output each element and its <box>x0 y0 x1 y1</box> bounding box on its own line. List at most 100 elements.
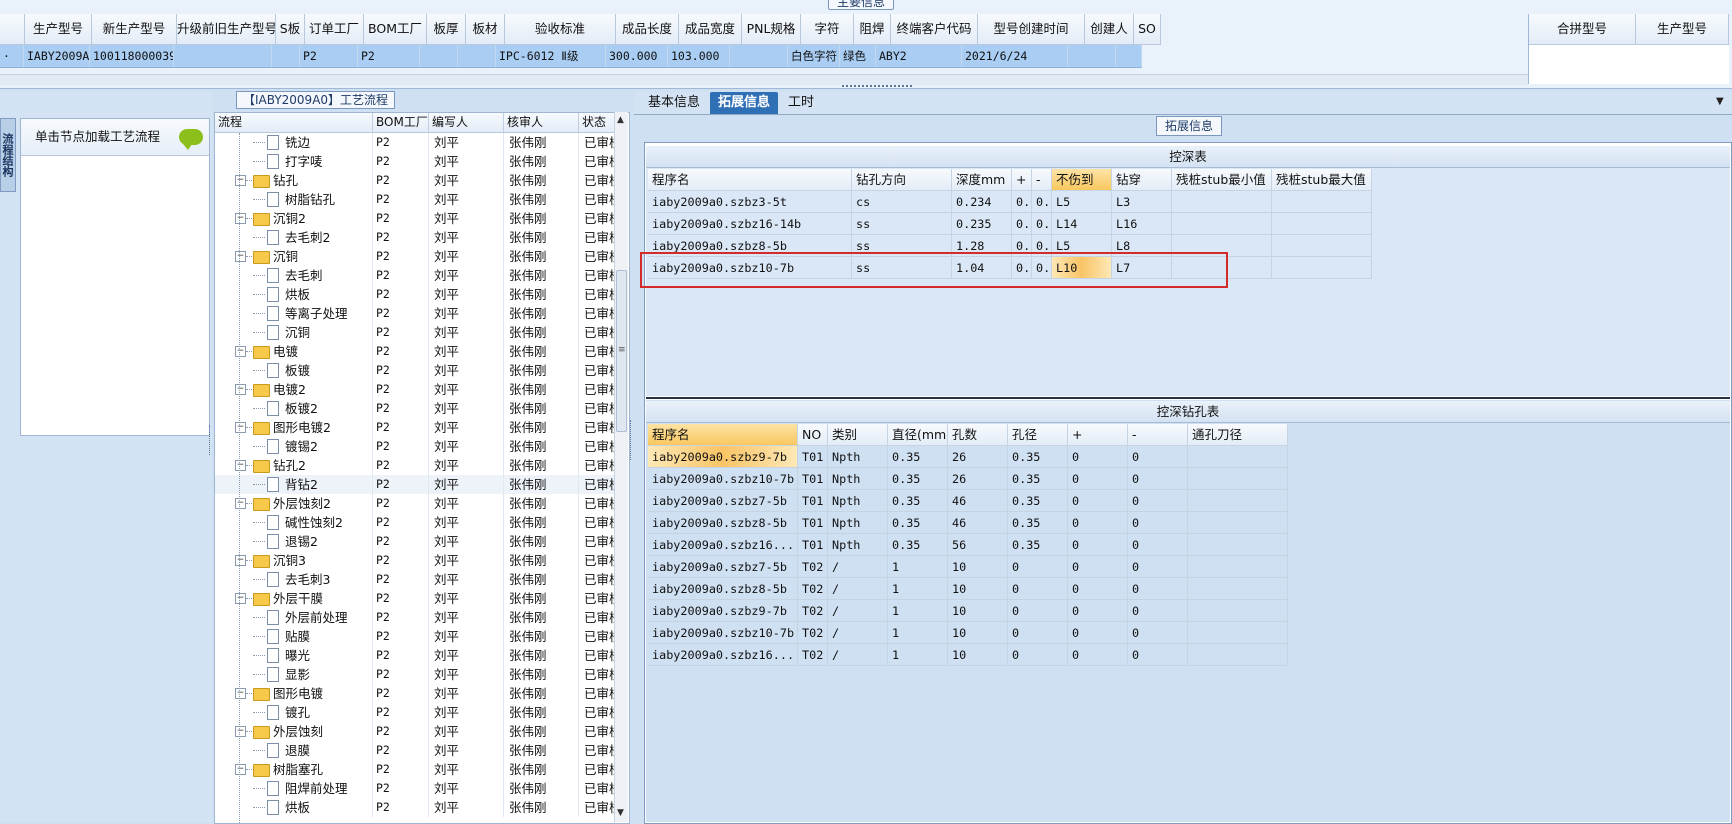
tree-row[interactable]: 等离子处理 P2刘平张伟刚已审核 <box>215 304 615 323</box>
grid-col-header[interactable]: + <box>1012 169 1032 191</box>
hole-table[interactable]: 程序名 NO 类别 直径(mm) 孔数 孔径 + - 通孔刀径 iaby2009a0.szbz9-… <box>648 424 1288 666</box>
grid-col-header[interactable]: 孔径 <box>1008 424 1068 446</box>
collapse-toggle-icon[interactable]: − <box>235 555 246 566</box>
collapse-toggle-icon[interactable]: − <box>235 175 246 186</box>
tree-row[interactable]: 去毛刺 P2刘平张伟刚已审核 <box>215 266 615 285</box>
main-col-header[interactable]: 阻焊 <box>854 14 891 45</box>
main-col-header[interactable]: 成品长度 <box>616 14 679 45</box>
tree-row[interactable]: − 图形电镀2 P2刘平张伟刚已审核 <box>215 418 615 437</box>
tree-row[interactable]: 烘板 P2刘平张伟刚已审核 <box>215 798 615 817</box>
merge-col-header[interactable]: 合拼型号 <box>1529 14 1636 45</box>
tree-col-header[interactable]: 核审人 <box>504 113 579 132</box>
horizontal-splitter-grip[interactable] <box>842 85 912 91</box>
tree-row[interactable]: − 树脂塞孔 P2刘平张伟刚已审核 <box>215 760 615 779</box>
main-grid-hscrollbar[interactable] <box>0 74 1528 85</box>
tree-row[interactable]: 显影 P2刘平张伟刚已审核 <box>215 665 615 684</box>
main-col-header[interactable]: SO <box>1134 14 1161 45</box>
grid-col-header[interactable]: + <box>1068 424 1128 446</box>
grid-row[interactable]: iaby2009a0.szbz16... T01 Npth 0.35 56 0.35 0 0 <box>648 534 1288 556</box>
tree-row[interactable]: 板镀2 P2刘平张伟刚已审核 <box>215 399 615 418</box>
collapse-toggle-icon[interactable]: − <box>235 422 246 433</box>
grid-col-header[interactable]: 残桩stub最小值 <box>1172 169 1272 191</box>
tree-vscrollbar[interactable]: ▲ ▼ <box>614 112 628 822</box>
tree-row[interactable]: 贴膜 P2刘平张伟刚已审核 <box>215 627 615 646</box>
grid-row[interactable]: iaby2009a0.szbz16-14bss0.2350...0...L14L… <box>648 213 1372 235</box>
collapse-toggle-icon[interactable]: − <box>235 213 246 224</box>
grid-col-header[interactable]: - <box>1032 169 1052 191</box>
tree-row[interactable]: 退膜 P2刘平张伟刚已审核 <box>215 741 615 760</box>
main-col-header[interactable]: 板厚 <box>427 14 466 45</box>
tree-col-header[interactable]: 状态 <box>579 113 615 132</box>
tree-row[interactable]: 外层前处理 P2刘平张伟刚已审核 <box>215 608 615 627</box>
process-flow-tree[interactable]: 流程BOM工厂编写人核审人状态 铣边P2刘平张伟刚已审核打字唛P2刘平张伟刚已审… <box>214 112 630 824</box>
grid-row[interactable]: iaby2009a0.szbz16... T02/1 10 0 0 0 <box>648 644 1288 666</box>
tree-row[interactable]: 树脂钻孔 P2刘平张伟刚已审核 <box>215 190 615 209</box>
main-col-header[interactable]: S板 <box>276 14 305 45</box>
collapse-toggle-icon[interactable]: − <box>235 726 246 737</box>
main-col-header[interactable]: PNL规格 <box>742 14 801 45</box>
tab-extended-info[interactable]: 拓展信息 <box>710 92 779 114</box>
flow-load-header[interactable]: 单击节点加载工艺流程 <box>21 119 209 156</box>
grid-col-header[interactable]: 程序名 <box>648 169 852 191</box>
flow-load-box[interactable]: 单击节点加载工艺流程 <box>20 118 210 436</box>
tree-row[interactable]: − 沉铜 P2刘平张伟刚已审核 <box>215 247 615 266</box>
main-grid-selected-row[interactable]: ·IABY2009A010011800003981 P2P2 IPC-6012 Ⅱ级… <box>0 45 1142 68</box>
tab-menu-chevron-down-icon[interactable]: ▼ <box>1716 96 1724 107</box>
main-col-header[interactable]: 板材 <box>466 14 505 45</box>
grid-col-header[interactable]: - <box>1128 424 1188 446</box>
tab-work-hours[interactable]: 工时 <box>780 92 822 114</box>
collapse-toggle-icon[interactable]: − <box>235 688 246 699</box>
tree-row[interactable]: 烘板 P2刘平张伟刚已审核 <box>215 285 615 304</box>
grid-row[interactable]: iaby2009a0.szbz9-7b T02/1 10 0 0 0 <box>648 600 1288 622</box>
tree-row[interactable]: − 外层蚀刻 P2刘平张伟刚已审核 <box>215 722 615 741</box>
main-col-header[interactable]: 终端客户代码 <box>891 14 978 45</box>
grid-col-header[interactable]: 类别 <box>828 424 888 446</box>
tree-row[interactable]: − 电镀 P2刘平张伟刚已审核 <box>215 342 615 361</box>
tree-row[interactable]: − 外层干膜 P2刘平张伟刚已审核 <box>215 589 615 608</box>
grid-col-header[interactable]: 通孔刀径 <box>1188 424 1288 446</box>
tree-row[interactable]: − 钻孔2 P2刘平张伟刚已审核 <box>215 456 615 475</box>
grid-col-header[interactable]: 钻穿 <box>1112 169 1172 191</box>
tree-row[interactable]: 阻焊前处理 P2刘平张伟刚已审核 <box>215 779 615 798</box>
grid-row[interactable]: iaby2009a0.szbz10-7b T02/1 10 0 0 0 <box>648 622 1288 644</box>
tree-row[interactable]: 退锡2 P2刘平张伟刚已审核 <box>215 532 615 551</box>
collapse-toggle-icon[interactable]: − <box>235 460 246 471</box>
grid-row[interactable]: iaby2009a0.szbz8-5b T01 Npth 0.35 46 0.35 0 0 <box>648 512 1288 534</box>
tree-row[interactable]: 板镀 P2刘平张伟刚已审核 <box>215 361 615 380</box>
grid-row[interactable]: iaby2009a0.szbz7-5b T02/1 10 0 0 0 <box>648 556 1288 578</box>
merge-col-header[interactable]: 生产型号 <box>1636 14 1729 45</box>
grid-row[interactable]: iaby2009a0.szbz8-5b T02/1 10 0 0 0 <box>648 578 1288 600</box>
tree-row[interactable]: 镀锡2 P2刘平张伟刚已审核 <box>215 437 615 456</box>
main-col-header[interactable]: 成品宽度 <box>679 14 742 45</box>
grid-col-header[interactable]: 程序名 <box>648 424 798 446</box>
vertical-tab-flow-structure[interactable]: 流程结构 <box>0 118 16 192</box>
grid-row[interactable]: iaby2009a0.szbz10-7b T01 Npth 0.35 26 0.35 0 0 <box>648 468 1288 490</box>
main-col-header[interactable]: 新生产型号 <box>92 14 177 45</box>
collapse-toggle-icon[interactable]: − <box>235 346 246 357</box>
collapse-toggle-icon[interactable]: − <box>235 251 246 262</box>
grid-col-header[interactable]: 直径(mm) <box>888 424 948 446</box>
main-col-header[interactable]: 生产型号 <box>25 14 92 45</box>
tree-row[interactable]: 去毛刺2 P2刘平张伟刚已审核 <box>215 228 615 247</box>
tree-row[interactable]: 去毛刺3 P2刘平张伟刚已审核 <box>215 570 615 589</box>
grid-row[interactable]: iaby2009a0.szbz9-7b T01 Npth 0.35 26 0.35 0 0 <box>648 446 1288 468</box>
grid-col-header[interactable]: 孔数 <box>948 424 1008 446</box>
tree-row[interactable]: − 外层蚀刻2 P2刘平张伟刚已审核 <box>215 494 615 513</box>
main-col-header[interactable]: 订单工厂 <box>305 14 364 45</box>
main-col-header[interactable]: 验收标准 <box>505 14 616 45</box>
tree-row[interactable]: − 沉铜3 P2刘平张伟刚已审核 <box>215 551 615 570</box>
tree-row[interactable]: 镀孔 P2刘平张伟刚已审核 <box>215 703 615 722</box>
scroll-down-arrow-icon[interactable]: ▼ <box>617 808 624 818</box>
grid-row[interactable]: iaby2009a0.szbz3-5tcs0.2340...0...L5L3 <box>648 191 1372 213</box>
tree-row[interactable]: 碱性蚀刻2 P2刘平张伟刚已审核 <box>215 513 615 532</box>
tree-row[interactable]: 曝光 P2刘平张伟刚已审核 <box>215 646 615 665</box>
tree-col-header[interactable]: 编写人 <box>429 113 504 132</box>
scroll-up-arrow-icon[interactable]: ▲ <box>617 115 624 125</box>
tree-row[interactable]: − 电镀2 P2刘平张伟刚已审核 <box>215 380 615 399</box>
tree-row[interactable]: 打字唛 P2刘平张伟刚已审核 <box>215 152 615 171</box>
collapse-toggle-icon[interactable]: − <box>235 498 246 509</box>
grid-col-header[interactable]: 不伤到 <box>1052 169 1112 191</box>
grid-col-header[interactable]: 残桩stub最大值 <box>1272 169 1372 191</box>
tree-row[interactable]: − 沉铜2 P2刘平张伟刚已审核 <box>215 209 615 228</box>
collapse-toggle-icon[interactable]: − <box>235 593 246 604</box>
